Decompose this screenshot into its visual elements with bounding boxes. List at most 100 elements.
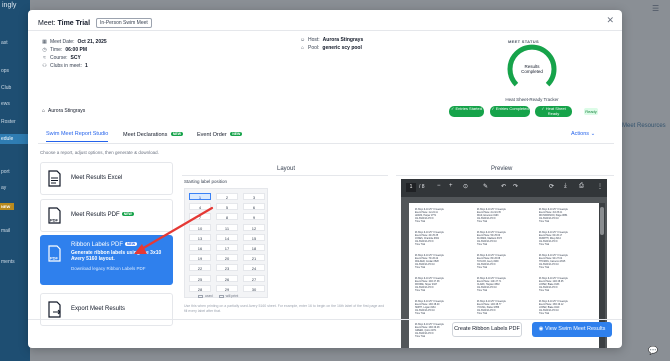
label-position-cell[interactable]: 8 bbox=[216, 213, 238, 221]
tab-meet-declarations[interactable]: Meet Declarations NEW bbox=[123, 128, 184, 142]
label-position-cell[interactable]: 16 bbox=[189, 244, 211, 251]
fit-page-icon[interactable]: ⊙ bbox=[463, 183, 468, 190]
label-position-cell[interactable]: 10 bbox=[189, 223, 211, 231]
status-gauge: Results Completed bbox=[507, 44, 557, 87]
meet-resources-link[interactable]: Meet Resources bbox=[622, 123, 666, 129]
sidebar-item[interactable]: Club bbox=[0, 83, 30, 93]
people-icon: ⚇ bbox=[42, 62, 47, 69]
pdf-icon: PDF bbox=[48, 207, 61, 224]
scroll-thumb[interactable] bbox=[600, 207, 604, 235]
label-position-cell[interactable]: 18 bbox=[243, 244, 265, 251]
view-results-button[interactable]: ◉ View Swim Meet Results bbox=[532, 322, 612, 337]
preview-ribbon-label: #1 Boys 9-10 25 Y Freestyle Event Place:… bbox=[539, 255, 568, 269]
menu-icon[interactable]: ☰ bbox=[652, 4, 659, 13]
report-card-results-excel[interactable]: Meet Results Excel bbox=[40, 162, 173, 195]
legacy-download-link[interactable]: Download legacy Ribbon Labels PDF bbox=[71, 266, 146, 271]
pool-row: ⌂ Pool: generic scy pool bbox=[300, 45, 362, 51]
zoom-in-icon[interactable]: + bbox=[449, 183, 453, 189]
meet-name: Time Trial bbox=[57, 20, 91, 27]
grid-help-text: Use this when printing on a partially us… bbox=[184, 304, 385, 313]
sidebar-item[interactable]: ast bbox=[0, 38, 30, 48]
close-icon[interactable]: ✕ bbox=[606, 15, 614, 26]
more-options-icon[interactable]: ⋮ bbox=[597, 183, 603, 190]
svg-text:PDF: PDF bbox=[50, 256, 59, 261]
sidebar-item[interactable]: ops bbox=[0, 66, 30, 76]
ready-badge: Ready bbox=[584, 108, 598, 115]
sidebar-item[interactable]: ments bbox=[0, 257, 30, 267]
team-name: ⌂ Aurora Stingrays bbox=[42, 108, 85, 114]
label-position-cell[interactable]: 12 bbox=[243, 223, 265, 231]
label-position-cell[interactable]: 19 bbox=[189, 254, 211, 262]
label-position-cell[interactable]: 6 bbox=[243, 203, 265, 211]
page-number-input[interactable]: 1 bbox=[406, 183, 416, 192]
pool-value: generic scy pool bbox=[322, 45, 362, 51]
label-position-cell[interactable]: 24 bbox=[243, 264, 265, 272]
sidebar-item[interactable]: port bbox=[0, 167, 30, 177]
meet-modal: Meet: Time Trial In-Person Swim Meet ✕ ▦… bbox=[28, 10, 622, 348]
label-position-cell[interactable]: 3 bbox=[243, 193, 265, 200]
preview-ribbon-label: #1 Boys 9-10 25 Y Freestyle Event Place:… bbox=[539, 301, 568, 315]
label-position-cell[interactable]: 28 bbox=[189, 284, 211, 292]
label-position-cell[interactable]: 30 bbox=[243, 284, 265, 292]
sidebar-item[interactable]: ay bbox=[0, 183, 30, 193]
preview-ribbon-label: #1 Boys 9-10 25 Y Freestyle Event Place:… bbox=[539, 209, 568, 223]
instructions-text: Choose a report, adjust options, then ge… bbox=[40, 150, 159, 155]
label-position-cell[interactable]: 17 bbox=[216, 244, 238, 251]
label-position-cell[interactable]: 4 bbox=[189, 203, 211, 211]
annotate-icon[interactable]: ✎ bbox=[483, 183, 488, 190]
report-card-ribbon-labels[interactable]: PDF Ribbon Labels PDF NEW Generate ribbon… bbox=[40, 235, 173, 285]
waves-icon: ≈ bbox=[43, 54, 46, 61]
undo-icon[interactable]: ↶ bbox=[501, 183, 506, 190]
tab-label: Event Order bbox=[197, 132, 227, 138]
label-position-cell[interactable]: 21 bbox=[243, 254, 265, 262]
meet-time-value: 06:00 PM bbox=[65, 47, 88, 53]
tab-event-order[interactable]: Event Order NEW bbox=[197, 128, 243, 142]
meet-type-badge: In-Person Swim Meet bbox=[95, 18, 152, 28]
label-position-cell[interactable]: 29 bbox=[216, 284, 238, 292]
report-card-results-pdf[interactable]: PDF Meet Results PDF NEW bbox=[40, 199, 173, 232]
sidebar-item[interactable]: mail bbox=[0, 226, 30, 236]
tracker-entries-started: ✓ Entries Started bbox=[449, 106, 484, 117]
redo-icon[interactable]: ↷ bbox=[513, 183, 518, 190]
export-icon bbox=[48, 301, 61, 318]
label-position-cell[interactable]: 15 bbox=[243, 233, 265, 241]
new-badge: NEW bbox=[170, 132, 184, 136]
label-position-cell[interactable]: 1 bbox=[189, 193, 211, 200]
print-icon[interactable]: ⎙ bbox=[579, 183, 584, 190]
label-position-cell[interactable]: 13 bbox=[189, 233, 211, 241]
label-position-cell[interactable]: 20 bbox=[216, 254, 238, 262]
preview-ribbon-label: #1 Boys 9-10 25 Y Freestyle Event Place:… bbox=[415, 255, 444, 269]
chat-icon[interactable]: 💬 bbox=[648, 346, 658, 355]
label-position-cell[interactable]: 7 bbox=[189, 213, 211, 221]
course-label: Course: bbox=[50, 55, 68, 61]
label-position-cell[interactable]: 9 bbox=[243, 213, 265, 221]
report-label-text: Meet Results PDF bbox=[71, 212, 120, 218]
label-position-cell[interactable]: 26 bbox=[216, 274, 238, 282]
zoom-out-icon[interactable]: − bbox=[437, 183, 441, 189]
label-position-cell[interactable]: 22 bbox=[189, 264, 211, 272]
course-value: SCY bbox=[70, 55, 81, 61]
label-position-cell[interactable]: 11 bbox=[216, 223, 238, 231]
label-position-cell[interactable]: 5 bbox=[216, 203, 238, 211]
rotate-icon[interactable]: ⟳ bbox=[549, 183, 554, 190]
calendar-icon: ▦ bbox=[42, 38, 47, 45]
legend-used-text: used bbox=[205, 294, 213, 298]
background-panel bbox=[622, 40, 670, 340]
label-position-cell[interactable]: 14 bbox=[216, 233, 238, 241]
layout-heading: Layout bbox=[277, 166, 296, 172]
sidebar-item[interactable]: Roster bbox=[0, 117, 30, 127]
report-card-export-results[interactable]: Export Meet Results bbox=[40, 293, 173, 326]
app-logo: ingly bbox=[2, 2, 17, 9]
sidebar-item[interactable]: ews bbox=[0, 99, 30, 109]
sidebar-item-active[interactable]: edule bbox=[0, 134, 30, 144]
actions-dropdown[interactable]: Actions ⌄ bbox=[571, 131, 595, 137]
label-position-cell[interactable]: 25 bbox=[189, 274, 211, 282]
download-icon[interactable]: ⤓ bbox=[564, 183, 567, 190]
create-ribbon-labels-button[interactable]: Create Ribbon Labels PDF bbox=[452, 322, 522, 337]
label-position-cell[interactable]: 23 bbox=[216, 264, 238, 272]
start-position-label: Starting label position bbox=[184, 179, 228, 184]
tab-report-studio[interactable]: Swim Meet Report Studio bbox=[46, 128, 109, 142]
label-position-cell[interactable]: 27 bbox=[243, 274, 265, 282]
label-position-cell[interactable]: 2 bbox=[216, 193, 238, 200]
tracker-title: Heat Sheet-Ready Tracker bbox=[505, 97, 559, 102]
